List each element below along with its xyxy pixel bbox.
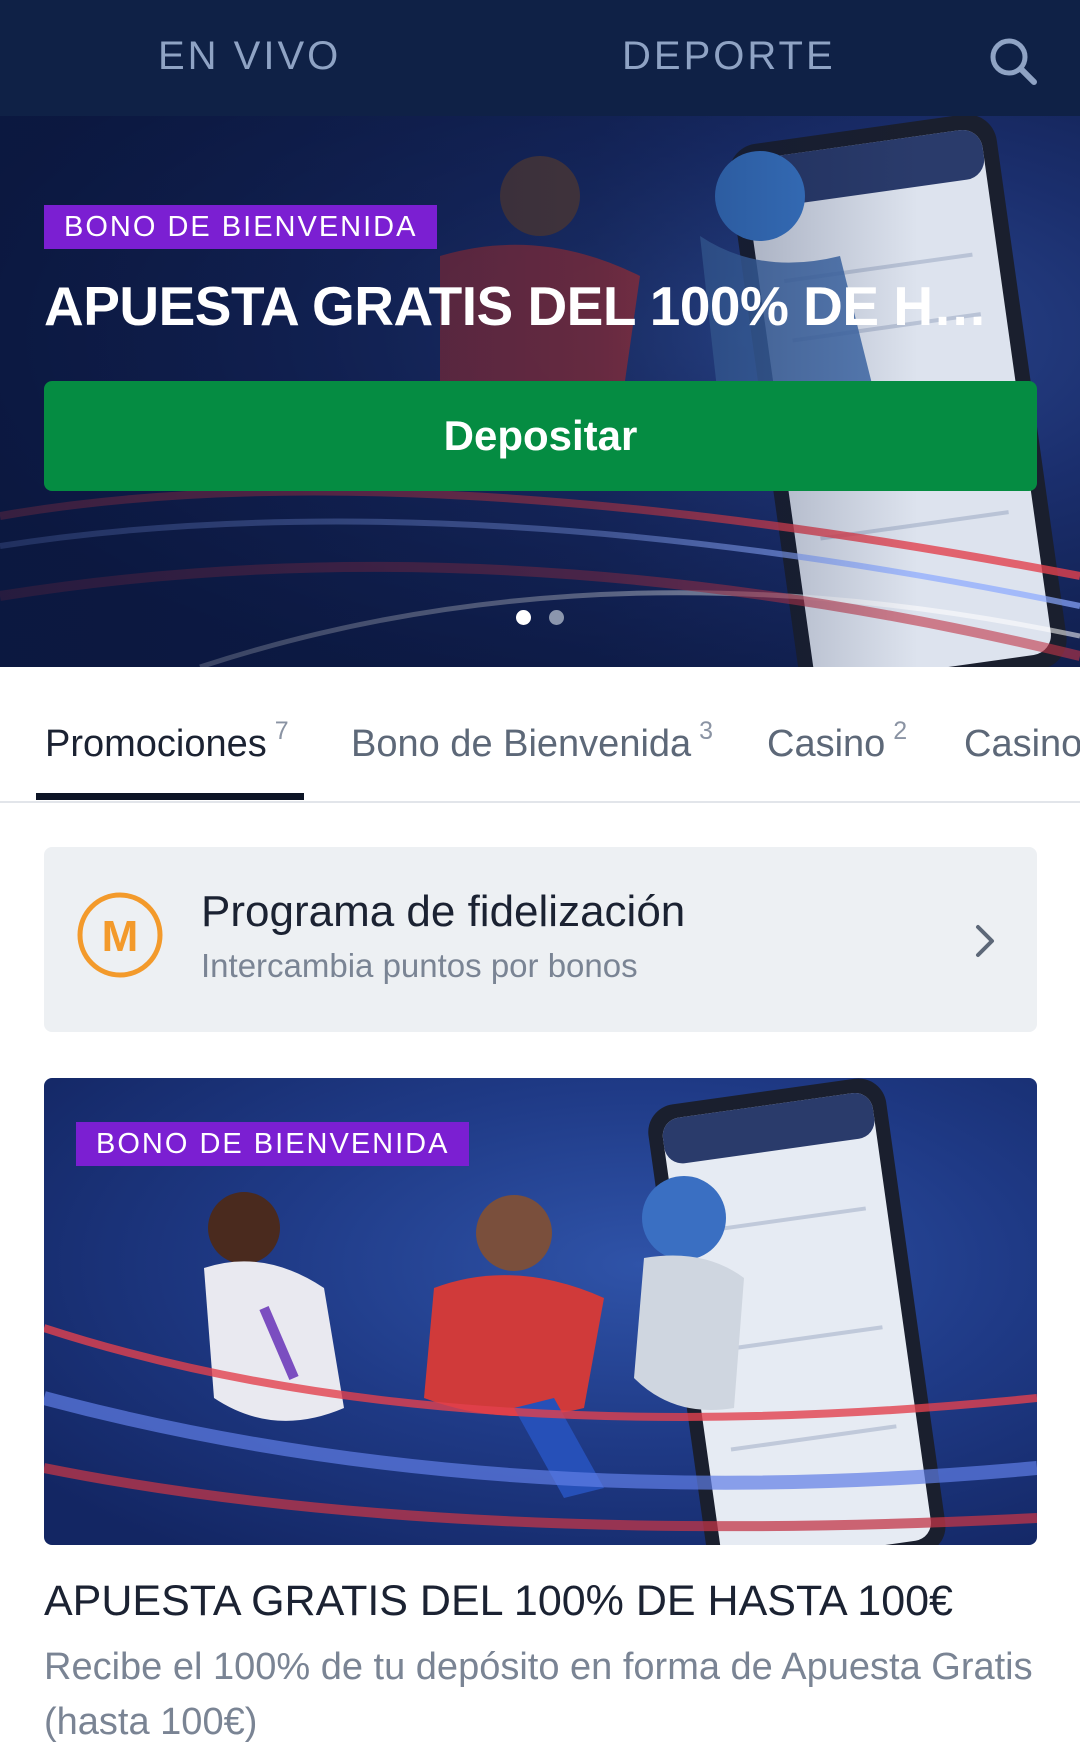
hero-banner[interactable]: BONO DE BIENVENIDA APUESTA GRATIS DEL 10… [0,116,1080,667]
nav-live[interactable]: EN VIVO [158,34,341,79]
search-icon[interactable] [988,36,1040,88]
tab-bono-de-bienvenida[interactable]: Bono de Bienvenida 3 [351,717,713,766]
loyalty-subtitle: Intercambia puntos por bonos [201,947,638,984]
tab-label: Promociones [45,723,267,765]
tab-count: 3 [699,717,714,745]
promo-card-image[interactable]: BONO DE BIENVENIDA [44,1078,1037,1545]
tab-label: Casino [767,723,886,765]
carousel-dot-2[interactable] [549,610,564,625]
tab-label: Casino [964,723,1080,765]
loyalty-title: Programa de fidelización [201,887,686,936]
top-navigation: EN VIVO DEPORTE [0,0,1080,116]
chevron-right-icon[interactable] [972,921,998,961]
tab-label: Bono de Bienvenida [351,723,692,765]
tab-count: 7 [274,717,289,745]
svg-text:M: M [102,912,139,961]
promo-title[interactable]: APUESTA GRATIS DEL 100% DE HASTA 100€ [44,1577,953,1626]
promo-badge: BONO DE BIENVENIDA [76,1122,470,1166]
loyalty-medal-icon: M [77,892,163,978]
loyalty-program-card[interactable]: M Programa de fidelización Intercambia p… [44,847,1037,1032]
promo-description: Recibe el 100% de tu depósito en forma d… [44,1646,1033,1743]
carousel-dot-1[interactable] [516,610,531,625]
tab-casino-2[interactable]: Casino [964,723,1080,766]
tab-count: 2 [893,717,908,745]
active-tab-indicator [36,793,304,800]
promo-category-tabs: Promociones 7 Bono de Bienvenida 3 Casino 2… [0,667,1080,803]
hero-badge: BONO DE BIENVENIDA [44,205,438,249]
nav-sport[interactable]: DEPORTE [622,34,836,79]
tab-casino[interactable]: Casino 2 [767,717,907,766]
hero-headline: APUESTA GRATIS DEL 100% DE HASTA 100€ [44,275,1024,337]
tab-promociones[interactable]: Promociones 7 [45,717,289,766]
carousel-indicator [516,610,564,625]
deposit-button[interactable]: Depositar [44,381,1037,491]
